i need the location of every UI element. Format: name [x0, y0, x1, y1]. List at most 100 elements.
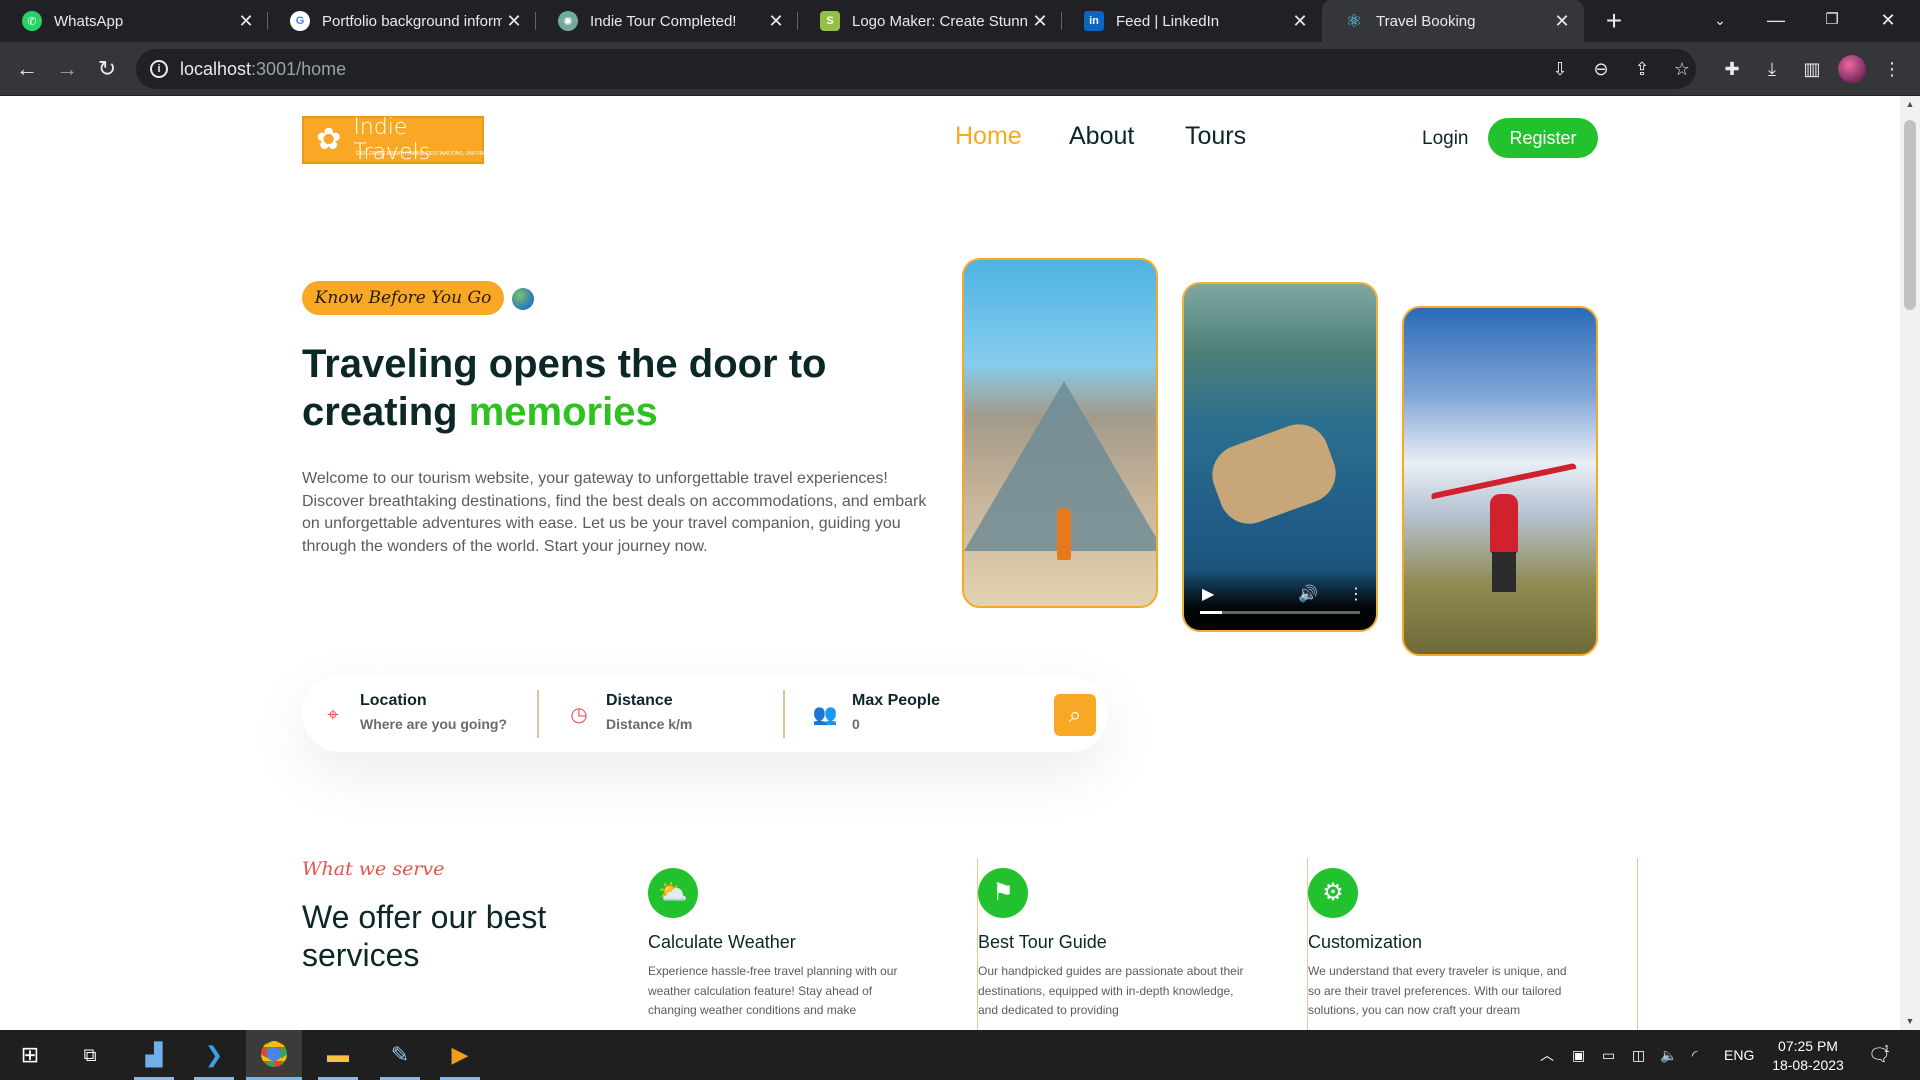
distance-field[interactable]: ◷ Distance Distance k/m — [566, 690, 766, 738]
scrollbar-thumb[interactable] — [1904, 120, 1916, 310]
weather-icon: ⛅ — [648, 868, 698, 918]
tab-portfolio[interactable]: G Portfolio background inform ✕ — [268, 0, 536, 42]
distance-label: Distance — [606, 692, 673, 709]
tab-search-icon[interactable]: ⌄ — [1692, 0, 1748, 42]
tab-title: WhatsApp — [54, 12, 124, 30]
url-text[interactable]: localhost:3001/home — [180, 59, 346, 80]
whatsapp-icon: ✆ — [22, 11, 42, 31]
volume-icon[interactable]: 🔈 — [1660, 1030, 1677, 1080]
chatgpt-icon: ✺ — [558, 11, 578, 31]
back-icon[interactable]: ← — [10, 52, 44, 86]
location-field[interactable]: ⌖ Location Where are you going? — [320, 690, 520, 738]
media-player-icon[interactable]: ▶ — [432, 1030, 488, 1080]
address-bar[interactable]: i localhost:3001/home — [136, 49, 1696, 89]
react-icon: ⚛ — [1345, 10, 1363, 31]
close-icon[interactable]: ✕ — [1288, 11, 1312, 32]
restore-button[interactable]: ❐ — [1804, 0, 1860, 42]
zoom-icon[interactable]: ⊖ — [1585, 53, 1617, 85]
max-people-field[interactable]: 👥 Max People 0 — [812, 690, 1012, 738]
clock-date: 18-08-2023 — [1772, 1057, 1844, 1073]
play-icon[interactable]: ▶ — [1202, 584, 1214, 604]
globe-icon — [512, 288, 534, 310]
new-tab-button[interactable]: + — [1597, 4, 1631, 38]
windows-start-icon[interactable]: ⊞ — [2, 1030, 58, 1080]
tab-indie-tour[interactable]: ✺ Indie Tour Completed! ✕ — [536, 0, 798, 42]
notification-count: 1 — [1884, 1043, 1890, 1055]
file-explorer-icon[interactable]: ▬ — [310, 1030, 366, 1080]
chrome-icon[interactable] — [246, 1030, 302, 1080]
customize-icon: ⚙ — [1308, 868, 1358, 918]
shopify-icon: S — [820, 11, 840, 31]
reload-icon[interactable]: ↻ — [90, 52, 124, 86]
close-icon[interactable]: ✕ — [1028, 11, 1052, 32]
service-card-guide: ⚑ Best Tour Guide Our handpicked guides … — [978, 858, 1308, 1030]
hero-video[interactable]: ▶ 🔊 ⋮ — [1182, 282, 1378, 632]
search-icon: ⌕ — [1068, 702, 1082, 727]
tab-whatsapp[interactable]: ✆ WhatsApp ✕ — [0, 0, 268, 42]
tray-app-icon[interactable]: ▣ — [1572, 1030, 1585, 1080]
tab-title: Travel Booking — [1376, 12, 1476, 30]
video-progress[interactable] — [1200, 611, 1360, 614]
flower-icon: ✿ — [316, 123, 342, 156]
wifi-icon[interactable]: ◜ — [1692, 1030, 1697, 1080]
nav-about[interactable]: About — [1069, 122, 1134, 151]
install-app-icon[interactable]: ⇩ — [1544, 53, 1576, 85]
bookmark-star-icon[interactable]: ☆ — [1666, 53, 1698, 85]
scroll-down-icon[interactable]: ▼ — [1903, 1016, 1917, 1026]
more-options-icon[interactable]: ⋮ — [1348, 584, 1364, 604]
nav-home[interactable]: Home — [955, 122, 1022, 151]
close-icon[interactable]: ✕ — [1550, 11, 1574, 32]
max-people-input[interactable]: 0 — [852, 716, 860, 732]
hero-description: Welcome to our tourism website, your gat… — [302, 470, 927, 555]
location-input[interactable]: Where are you going? — [360, 716, 507, 732]
browser-tab-bar: ✆ WhatsApp ✕ G Portfolio background info… — [0, 0, 1920, 42]
service-desc: We understand that every traveler is uni… — [1308, 964, 1567, 1017]
minimize-button[interactable]: — — [1748, 0, 1804, 42]
vscode-icon[interactable]: ❯ — [186, 1030, 242, 1080]
login-link[interactable]: Login — [1422, 128, 1469, 150]
service-desc: Our handpicked guides are passionate abo… — [978, 964, 1244, 1017]
close-icon[interactable]: ✕ — [764, 11, 788, 32]
tab-linkedin[interactable]: in Feed | LinkedIn ✕ — [1062, 0, 1322, 42]
map-pin-icon: ⌖ — [327, 704, 339, 726]
logo-text: Indie Travels — [353, 115, 431, 165]
max-people-label: Max People — [852, 692, 941, 709]
service-card-weather: ⛅ Calculate Weather Experience hassle-fr… — [648, 858, 978, 1030]
page-viewport: ✿ Indie Travels EXPLORING BREATHTAKING D… — [0, 96, 1900, 1030]
tab-travel-booking[interactable]: ⚛ Travel Booking ✕ — [1322, 0, 1584, 42]
share-icon[interactable]: ⇪ — [1626, 53, 1658, 85]
nav-tours[interactable]: Tours — [1185, 122, 1246, 151]
language-indicator[interactable]: ENG — [1724, 1030, 1754, 1080]
search-button[interactable]: ⌕ — [1054, 694, 1096, 736]
tab-logo-maker[interactable]: S Logo Maker: Create Stunnin ✕ — [798, 0, 1062, 42]
downloads-icon[interactable]: ⤓ — [1756, 53, 1788, 85]
site-logo[interactable]: ✿ Indie Travels EXPLORING BREATHTAKING D… — [302, 115, 538, 165]
site-info-icon[interactable]: i — [150, 60, 168, 78]
tray-chevron-icon[interactable]: ︿ — [1540, 1030, 1554, 1080]
meet-icon[interactable]: ◫ — [1632, 1030, 1645, 1080]
service-title: Customization — [1308, 932, 1423, 952]
task-view-icon[interactable]: ⧉ — [62, 1030, 118, 1080]
side-panel-icon[interactable]: ▥ — [1796, 53, 1828, 85]
extensions-icon[interactable]: ✚ — [1716, 53, 1748, 85]
people-icon: 👥 — [812, 704, 838, 726]
paint-icon[interactable]: ✎ — [372, 1030, 428, 1080]
close-icon[interactable]: ✕ — [234, 11, 258, 32]
search-bar: ⌖ Location Where are you going? ◷ Distan… — [302, 676, 1108, 752]
register-button[interactable]: Register — [1488, 118, 1598, 158]
profile-avatar[interactable] — [1838, 55, 1866, 83]
menu-icon[interactable]: ⋮ — [1876, 53, 1908, 85]
forward-icon[interactable]: → — [50, 52, 84, 86]
tab-title: Feed | LinkedIn — [1116, 12, 1220, 30]
battery-icon[interactable]: ▭ — [1602, 1030, 1615, 1080]
close-window-button[interactable]: ✕ — [1860, 0, 1916, 42]
browser-toolbar: ← → ↻ i localhost:3001/home ⇩ ⊖ ⇪ ☆ ✚ ⤓ … — [0, 42, 1920, 96]
close-icon[interactable]: ✕ — [502, 11, 526, 32]
scroll-up-icon[interactable]: ▲ — [1903, 99, 1917, 109]
desktop-app-icon[interactable]: ▟ — [126, 1030, 182, 1080]
clock[interactable]: 07:25 PM 18-08-2023 — [1770, 1037, 1846, 1075]
volume-icon[interactable]: 🔊 — [1298, 584, 1318, 604]
distance-input[interactable]: Distance k/m — [606, 716, 692, 732]
taskbar: ⊞ ⧉ ▟ ❯ ▬ ✎ ▶ ︿ ▣ ▭ ◫ 🔈 ◜ ENG 07:25 PM 1… — [0, 1030, 1920, 1080]
services-title: We offer our best services — [302, 899, 547, 973]
